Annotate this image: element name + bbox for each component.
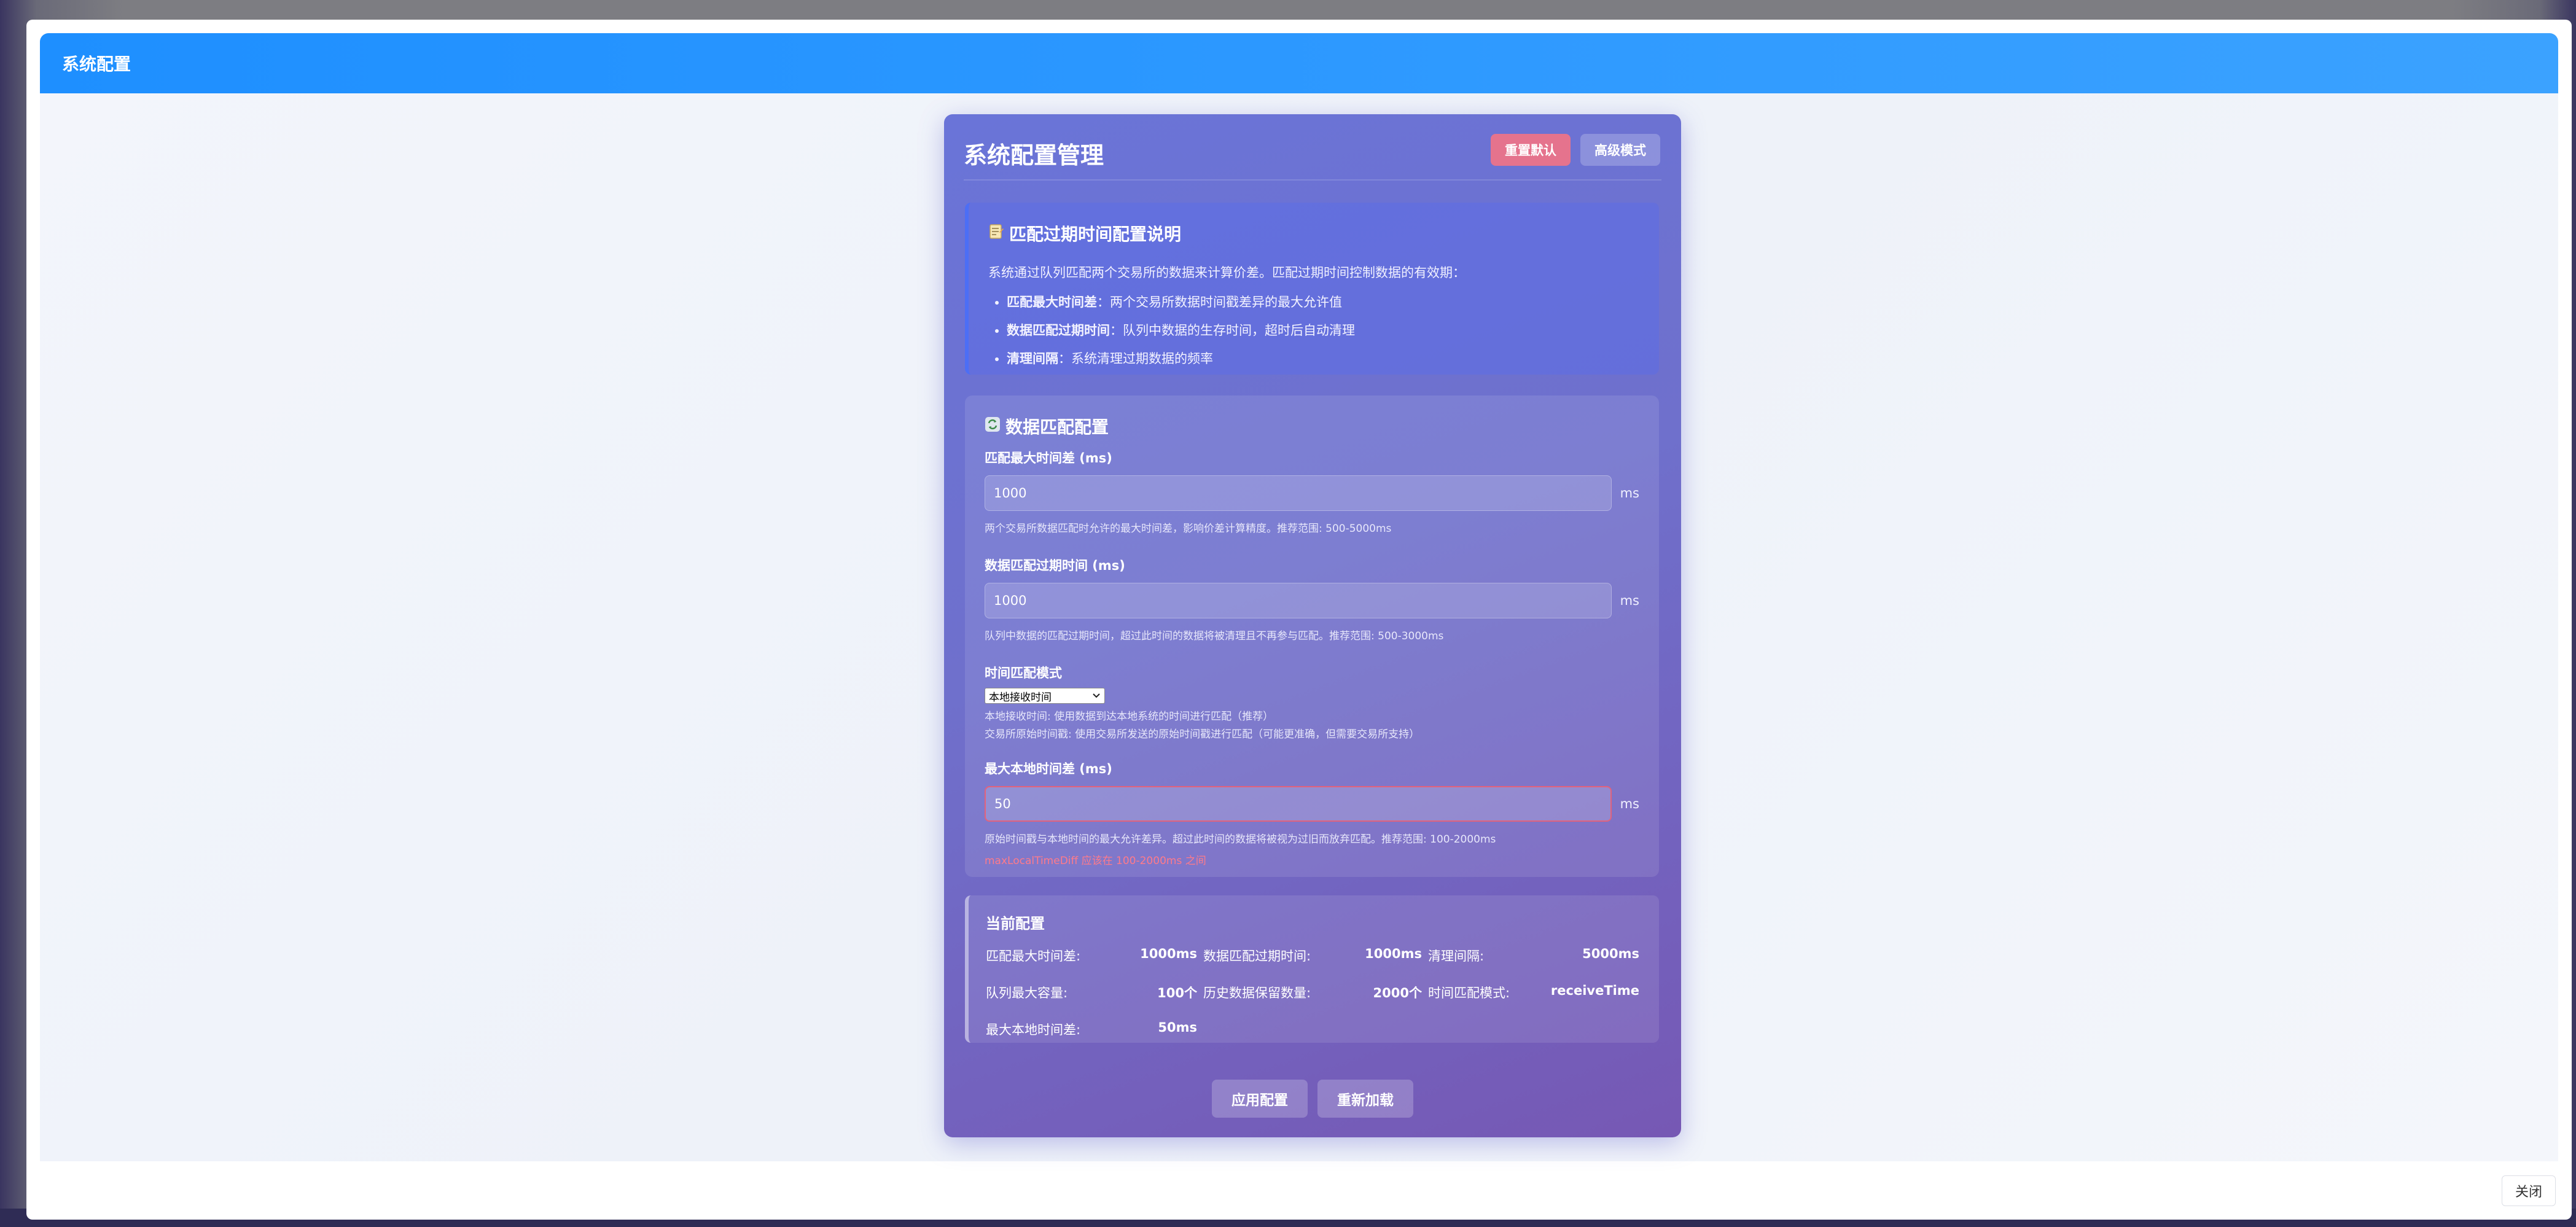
field-row: 1000 ms [985,475,1639,511]
config-label: 匹配最大时间差: [986,949,1081,964]
validation-error: maxLocalTimeDiff 应该在 100-2000ms 之间 [985,855,1206,867]
config-item: 清理间隔: 5000ms [1428,946,1645,965]
max-time-diff-input[interactable]: 1000 [985,475,1612,511]
max-local-diff-input[interactable]: 50 [985,786,1612,822]
dialog-title: 系统配置 [62,54,131,74]
field-row: 1000 ms [985,583,1639,618]
expire-time-input[interactable]: 1000 [985,583,1612,618]
panel-title: 系统配置管理 [964,142,1104,169]
close-button[interactable]: 关闭 [2502,1175,2556,1206]
term-text: ：两个交易所数据时间戳差异的最大允许值 [1097,295,1342,310]
field-label: 最大本地时间差 (ms) [985,762,1112,776]
current-config-title: 当前配置 [986,915,1045,932]
dialog-header: 系统配置 [40,33,2558,93]
section-title-text: 数据匹配配置 [1005,417,1109,437]
system-config-dialog: 系统配置 系统配置管理 重置默认 高级模式 匹配过期时间配置说明 系统通过队列匹… [26,20,2572,1220]
config-label: 最大本地时间差: [986,1022,1081,1037]
unit-label: ms [1620,797,1639,811]
list-item: 匹配最大时间差：两个交易所数据时间戳差异的最大允许值 [1007,292,1639,311]
info-box: 匹配过期时间配置说明 系统通过队列匹配两个交易所的数据来计算价差。匹配过期时间控… [965,203,1659,375]
apply-config-button[interactable]: 应用配置 [1212,1080,1308,1118]
config-panel: 系统配置管理 重置默认 高级模式 匹配过期时间配置说明 系统通过队列匹配两个交易… [944,114,1681,1137]
term-text: ：队列中数据的生存时间，超时后自动清理 [1110,323,1355,338]
current-config-grid: 匹配最大时间差: 1000ms 数据匹配过期时间: 1000ms 清理间隔: 5000… [986,946,1642,1038]
config-label: 数据匹配过期时间: [1203,949,1311,964]
info-title-text: 匹配过期时间配置说明 [1009,224,1182,244]
advanced-mode-button[interactable]: 高级模式 [1580,134,1660,166]
config-item: 匹配最大时间差: 1000ms [986,946,1203,965]
config-label: 时间匹配模式: [1428,986,1510,1000]
field-label: 数据匹配过期时间 (ms) [985,558,1125,573]
field-hint: 原始时间戳与本地时间的最大允许差异。超过此时间的数据将被视为过旧而放弃匹配。推荐… [985,833,1496,846]
field-row: 50 ms [985,786,1639,822]
max-time-diff-group: 匹配最大时间差 (ms) 1000 ms 两个交易所数据匹配时允许的最大时间差，… [985,448,1639,535]
current-config-box: 当前配置 匹配最大时间差: 1000ms 数据匹配过期时间: 1000ms 清理间隔… [965,895,1659,1043]
field-hint: 交易所原始时间戳: 使用交易所发送的原始时间戳进行匹配（可能更准确，但需要交易所… [985,728,1420,741]
field-hint: 队列中数据的匹配过期时间，超过此时间的数据将被清理且不再参与匹配。推荐范围: 5… [985,630,1444,642]
match-mode-select[interactable]: 本地接收时间 [985,688,1105,704]
unit-label: ms [1620,593,1639,608]
select-value: 本地接收时间 [989,691,1052,704]
config-label: 历史数据保留数量: [1203,986,1311,1000]
term-label: 清理间隔 [1007,351,1058,366]
max-local-diff-group: 最大本地时间差 (ms) 50 ms 原始时间戳与本地时间的最大允许差异。超过此… [985,759,1639,867]
divider [964,179,1661,181]
matching-config-card: 数据匹配配置 匹配最大时间差 (ms) 1000 ms 两个交易所数据匹配时允许… [965,395,1659,877]
config-item: 最大本地时间差: 50ms [986,1020,1203,1038]
config-value: 100个 [1157,986,1197,1000]
field-label: 时间匹配模式 [985,666,1062,680]
config-value: 5000ms [1582,946,1639,961]
config-item: 时间匹配模式: receiveTime [1428,983,1645,1002]
reset-default-button[interactable]: 重置默认 [1491,134,1571,166]
config-label: 清理间隔: [1428,949,1485,964]
section-title: 数据匹配配置 [985,414,1639,438]
config-label: 队列最大容量: [986,986,1068,1000]
config-item: 队列最大容量: 100个 [986,983,1203,1002]
config-value: receiveTime [1550,983,1639,998]
info-title: 匹配过期时间配置说明 [988,221,1639,246]
reload-button[interactable]: 重新加载 [1317,1080,1413,1118]
list-item: 清理间隔：系统清理过期数据的频率 [1007,349,1639,367]
info-list: 匹配最大时间差：两个交易所数据时间戳差异的最大允许值 数据匹配过期时间：队列中数… [988,292,1639,367]
match-mode-group: 时间匹配模式 本地接收时间 本地接收时间: 使用数据到达本地系统的时间进行匹配（… [985,663,1639,741]
memo-icon [988,224,1004,244]
info-description: 系统通过队列匹配两个交易所的数据来计算价差。匹配过期时间控制数据的有效期： [988,265,1466,280]
refresh-icon [985,416,1001,437]
config-item: 数据匹配过期时间: 1000ms [1203,946,1428,965]
config-value: 2000个 [1373,986,1422,1000]
chevron-down-icon [1092,690,1101,702]
field-hint: 本地接收时间: 使用数据到达本地系统的时间进行匹配（推荐） [985,711,1274,723]
term-text: ：系统清理过期数据的频率 [1058,351,1213,366]
expire-time-group: 数据匹配过期时间 (ms) 1000 ms 队列中数据的匹配过期时间，超过此时间… [985,556,1639,642]
config-value: 50ms [1158,1020,1197,1035]
list-item: 数据匹配过期时间：队列中数据的生存时间，超时后自动清理 [1007,321,1639,339]
field-hint: 两个交易所数据匹配时允许的最大时间差，影响价差计算精度。推荐范围: 500-50… [985,523,1392,535]
term-label: 数据匹配过期时间 [1007,323,1110,338]
config-item: 历史数据保留数量: 2000个 [1203,983,1428,1002]
config-value: 1000ms [1140,946,1197,961]
unit-label: ms [1620,486,1639,501]
field-label: 匹配最大时间差 (ms) [985,451,1112,465]
config-value: 1000ms [1365,946,1422,961]
term-label: 匹配最大时间差 [1007,295,1097,310]
